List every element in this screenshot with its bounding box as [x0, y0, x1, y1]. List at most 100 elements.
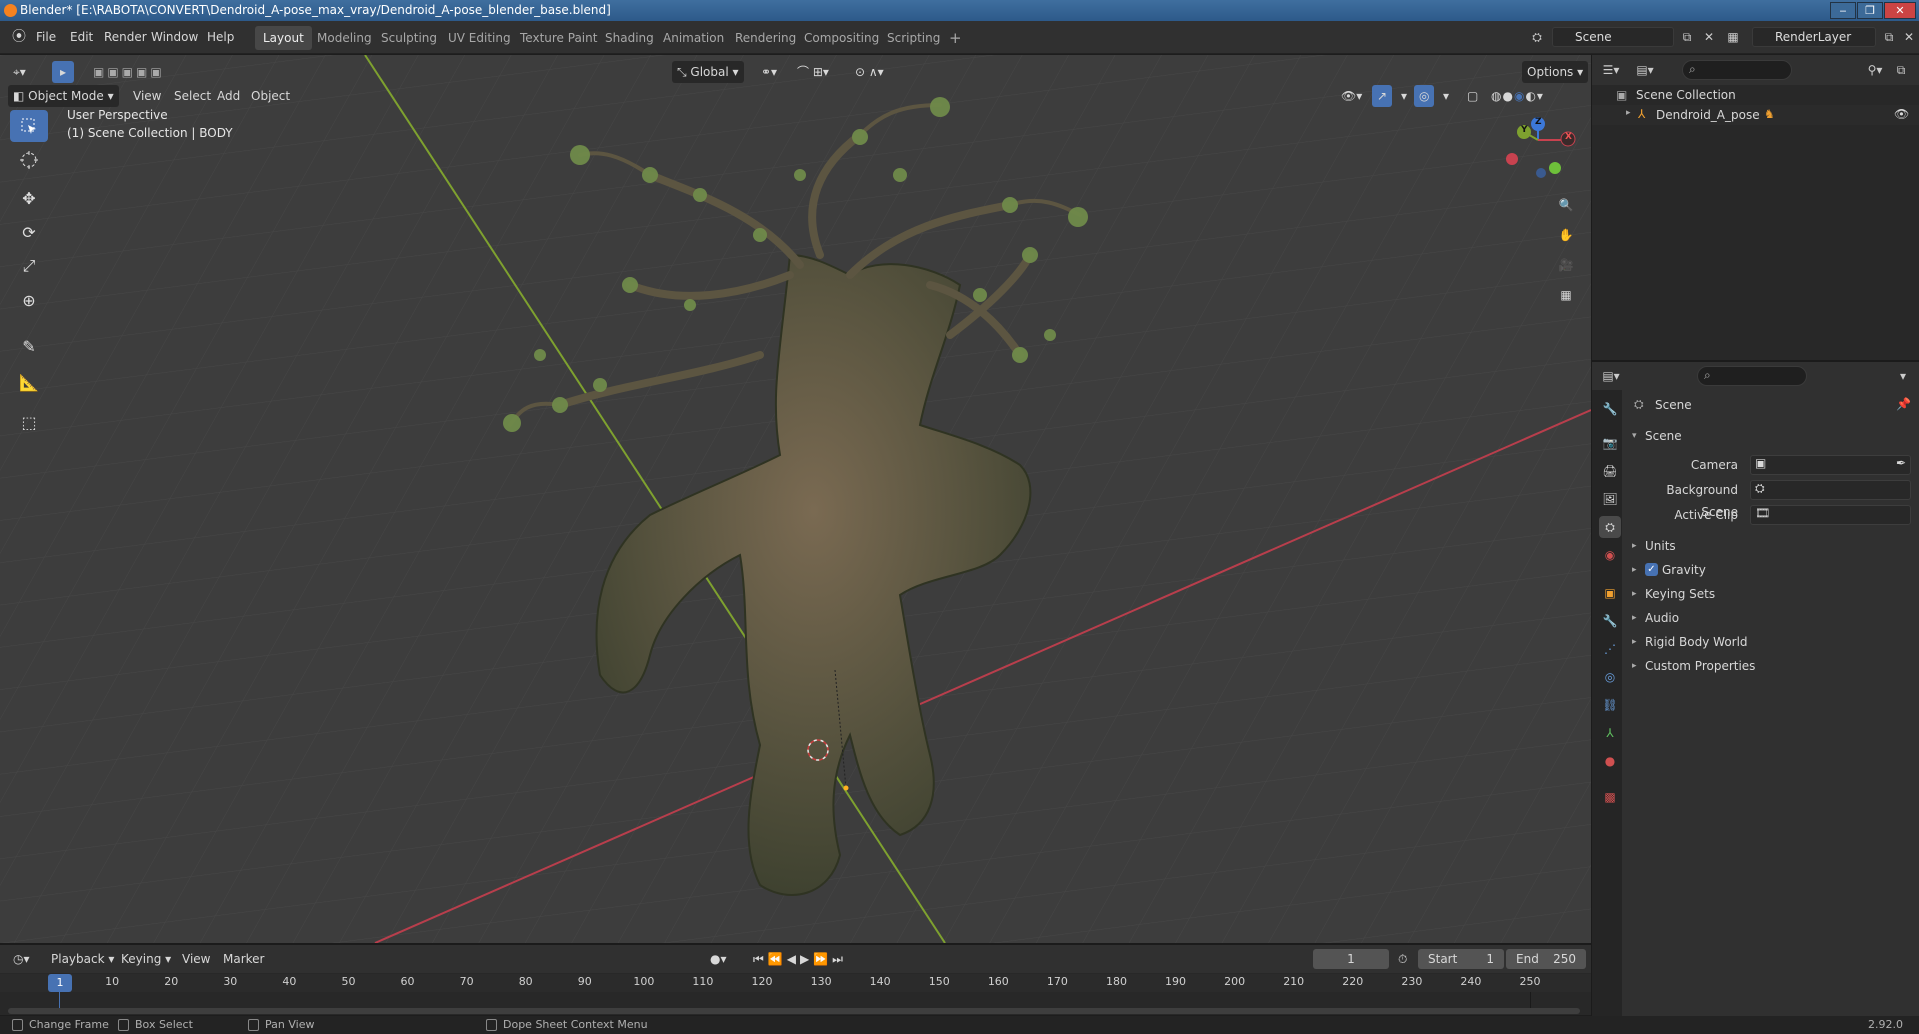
visibility-icon[interactable]: 👁▾: [1336, 85, 1367, 107]
tab-shading[interactable]: Shading: [597, 26, 662, 50]
tab-texture[interactable]: ▩: [1599, 786, 1621, 808]
tab-scripting[interactable]: Scripting: [879, 26, 948, 50]
gizmo-toggle-icon[interactable]: ↗: [1372, 85, 1393, 107]
preview-range-icon[interactable]: ⏱: [1393, 948, 1412, 970]
timeline-editor-type-icon[interactable]: ◷▾: [8, 948, 35, 970]
tab-texture-paint[interactable]: Texture Paint: [512, 26, 605, 50]
custom-props-expand-icon[interactable]: ▸: [1632, 655, 1637, 677]
add-menu[interactable]: Add: [212, 85, 245, 107]
tab-view-layer[interactable]: 🖼: [1599, 488, 1621, 510]
delete-render-layer-icon[interactable]: ✕: [1898, 27, 1919, 47]
visibility-eye-icon[interactable]: 👁: [1894, 107, 1909, 121]
display-mode-icon[interactable]: ▤▾: [1634, 60, 1656, 80]
gravity-checkbox[interactable]: ✓: [1645, 563, 1658, 576]
audio-section[interactable]: Audio: [1645, 607, 1679, 629]
scene-name-field[interactable]: Scene: [1552, 27, 1674, 47]
tab-sculpting[interactable]: Sculpting: [373, 26, 445, 50]
gizmo-x-axis[interactable]: [1506, 153, 1518, 165]
scene-panel-title[interactable]: Scene: [1645, 425, 1682, 447]
new-collection-icon[interactable]: ⧉: [1890, 60, 1912, 80]
menu-file[interactable]: File: [32, 21, 60, 54]
tool-rotate[interactable]: ⟳: [10, 216, 48, 248]
proportional-edit-icon[interactable]: ⊙ ∧▾: [850, 61, 889, 83]
tab-layout[interactable]: Layout: [255, 26, 312, 50]
restore-button[interactable]: ❐: [1857, 2, 1883, 19]
new-render-layer-icon[interactable]: ⧉: [1878, 27, 1900, 47]
menu-edit[interactable]: Edit: [66, 21, 97, 54]
outliner-row-scene-collection[interactable]: ▣ Scene Collection: [1592, 85, 1919, 105]
rigid-body-expand-icon[interactable]: ▸: [1632, 631, 1637, 653]
render-layer-field[interactable]: RenderLayer: [1752, 27, 1876, 47]
gizmo-neg-y-axis[interactable]: [1549, 162, 1561, 174]
object-mode-dropdown[interactable]: ◧ Object Mode ▾: [8, 85, 119, 107]
outliner-search-input[interactable]: ⌕: [1682, 60, 1792, 80]
scene-browse-icon[interactable]: ⛭: [1526, 27, 1548, 47]
xray-icon[interactable]: ▢: [1462, 85, 1483, 107]
tab-rendering[interactable]: Rendering: [727, 26, 804, 50]
playback-controls[interactable]: ⏮⏪◀▶⏩⏭: [748, 948, 852, 970]
keying-sets-section[interactable]: Keying Sets: [1645, 583, 1715, 605]
overlay-dropdown-icon[interactable]: ▾: [1438, 85, 1454, 107]
minimize-button[interactable]: ‒: [1830, 2, 1856, 19]
tab-object[interactable]: ▣: [1599, 582, 1621, 604]
tab-compositing[interactable]: Compositing: [796, 26, 887, 50]
camera-field[interactable]: ▣ ✒: [1750, 455, 1911, 475]
tool-annotate[interactable]: ✎: [10, 330, 48, 362]
pin-icon[interactable]: 📌: [1896, 397, 1911, 411]
transform-orientation-dropdown[interactable]: ⤡ Global ▾: [672, 61, 744, 83]
new-scene-icon[interactable]: ⧉: [1676, 27, 1698, 47]
end-frame-field[interactable]: End 250: [1506, 949, 1586, 969]
active-clip-field[interactable]: 🎞: [1750, 505, 1911, 525]
units-expand-icon[interactable]: ▸: [1632, 535, 1637, 557]
audio-expand-icon[interactable]: ▸: [1632, 607, 1637, 629]
close-window-button[interactable]: ✕: [1884, 2, 1916, 19]
gravity-section[interactable]: Gravity: [1662, 559, 1706, 581]
select-mode-buttons[interactable]: ▣▣▣▣▣: [88, 61, 170, 83]
camera-view-button[interactable]: 🎥: [1553, 252, 1579, 278]
tab-modifiers[interactable]: 🔧: [1599, 610, 1621, 632]
properties-search-input[interactable]: ⌕: [1697, 366, 1807, 386]
render-layer-browse-icon[interactable]: ▦: [1722, 27, 1744, 47]
menu-window[interactable]: Window: [147, 21, 202, 54]
timeline-scrollbar[interactable]: [8, 1008, 1580, 1014]
tab-world[interactable]: ◉: [1599, 544, 1621, 566]
tab-modeling[interactable]: Modeling: [309, 26, 380, 50]
object-menu[interactable]: Object: [246, 85, 295, 107]
keying-sets-expand-icon[interactable]: ▸: [1632, 583, 1637, 605]
playback-menu[interactable]: Playback ▾: [46, 948, 119, 970]
select-mode-icon[interactable]: ▸: [52, 61, 74, 83]
editor-type-icon[interactable]: ⌖▾: [8, 61, 31, 83]
options-dropdown[interactable]: Options ▾: [1522, 61, 1589, 83]
pivot-point-icon[interactable]: ⚭▾: [756, 61, 782, 83]
pan-button[interactable]: ✋: [1553, 222, 1579, 248]
filter-icon[interactable]: ⚲▾: [1864, 60, 1886, 80]
keying-menu[interactable]: Keying ▾: [116, 948, 176, 970]
tab-uv-editing[interactable]: UV Editing: [440, 26, 519, 50]
properties-editor-type-icon[interactable]: ▤▾: [1600, 366, 1622, 386]
collapse-arrow-icon[interactable]: ▾: [1632, 425, 1637, 447]
outliner-editor-type-icon[interactable]: ☰▾: [1600, 60, 1622, 80]
tab-constraints[interactable]: ⛓: [1599, 694, 1621, 716]
tab-particles[interactable]: ⋰: [1599, 638, 1621, 660]
tab-physics[interactable]: ◎: [1599, 666, 1621, 688]
add-workspace-button[interactable]: +: [941, 26, 970, 50]
tool-add-cube[interactable]: ⬚: [10, 406, 48, 438]
background-scene-field[interactable]: ⛭: [1750, 480, 1911, 500]
zoom-button[interactable]: 🔍: [1553, 192, 1579, 218]
menu-render[interactable]: Render: [100, 21, 151, 54]
expand-arrow-icon[interactable]: ▸: [1626, 108, 1631, 118]
custom-properties-section[interactable]: Custom Properties: [1645, 655, 1755, 677]
tab-tool[interactable]: 🔧: [1599, 398, 1621, 420]
tab-output[interactable]: 🖨: [1599, 460, 1621, 482]
snap-icon[interactable]: ⌒ ⊞▾: [792, 61, 834, 83]
properties-options-icon[interactable]: ▾: [1892, 366, 1914, 386]
overlay-toggle-icon[interactable]: ◎: [1414, 85, 1435, 107]
timeline-view-menu[interactable]: View: [177, 948, 215, 970]
tab-scene[interactable]: ⛭: [1599, 516, 1621, 538]
current-frame-field[interactable]: 1: [1313, 949, 1389, 969]
marker-menu[interactable]: Marker: [218, 948, 269, 970]
shading-mode-buttons[interactable]: ◍●◉◐▾: [1486, 85, 1549, 107]
eyedropper-icon[interactable]: ✒: [1896, 456, 1906, 470]
view-menu[interactable]: View: [128, 85, 166, 107]
tool-cursor[interactable]: [10, 144, 48, 176]
